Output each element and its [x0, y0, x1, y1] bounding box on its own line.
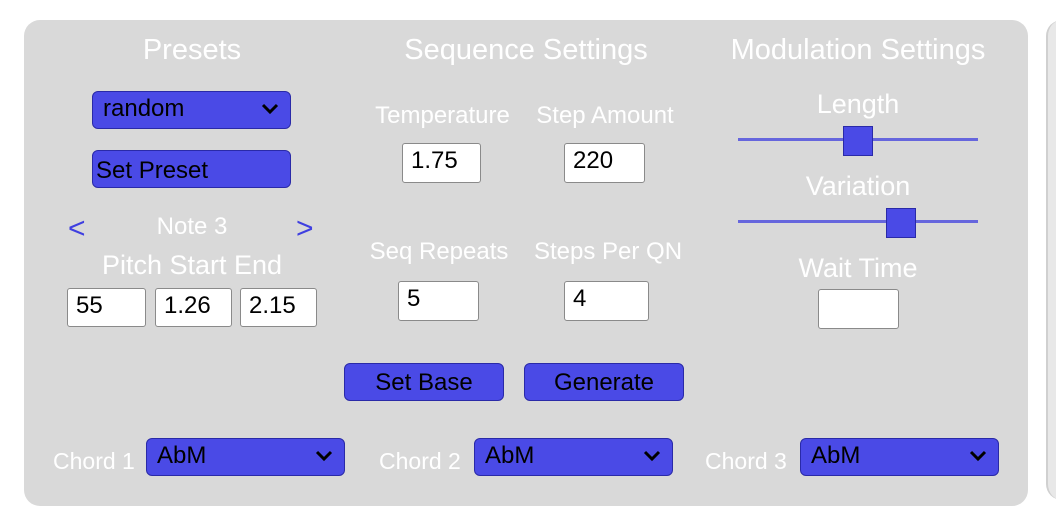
side-panel-edge	[1046, 20, 1056, 500]
wait-time-label: Wait Time	[798, 253, 918, 283]
chord-3-label: Chord 3	[705, 448, 787, 474]
variation-slider-thumb[interactable]	[886, 208, 917, 238]
preset-select-value: random	[103, 95, 185, 122]
seq-repeats-input[interactable]: 5	[398, 281, 479, 321]
note-label: Note 3	[156, 213, 228, 240]
chevron-down-icon	[969, 450, 987, 462]
chord-1-label: Chord 1	[53, 448, 135, 474]
chord-2-select[interactable]: AbM	[474, 438, 673, 476]
wait-time-input[interactable]	[818, 289, 899, 329]
variation-label: Variation	[805, 171, 911, 201]
set-base-button[interactable]: Set Base	[344, 363, 504, 401]
pitch-start-end-header: Pitch Start End	[101, 250, 283, 280]
steps-per-qn-input[interactable]: 4	[564, 281, 649, 321]
variation-slider-track[interactable]	[738, 220, 978, 223]
chevron-down-icon	[261, 103, 279, 115]
chord-1-select[interactable]: AbM	[146, 438, 345, 476]
chord-3-value: AbM	[811, 442, 861, 469]
pitch-input[interactable]: 55	[67, 288, 146, 327]
length-slider-thumb[interactable]	[843, 126, 873, 156]
preset-select[interactable]: random	[92, 91, 291, 129]
set-preset-button[interactable]: Set Preset	[92, 150, 291, 188]
seq-repeats-label: Seq Repeats	[369, 238, 509, 265]
prev-note-button[interactable]: <	[68, 214, 86, 244]
temperature-label: Temperature	[375, 102, 510, 129]
length-label: Length	[816, 89, 900, 119]
temperature-input[interactable]: 1.75	[402, 143, 481, 183]
start-input[interactable]: 1.26	[155, 288, 232, 327]
steps-per-qn-label: Steps Per QN	[533, 238, 683, 265]
chevron-down-icon	[643, 450, 661, 462]
chord-1-value: AbM	[157, 442, 207, 469]
end-input[interactable]: 2.15	[240, 288, 317, 327]
chord-3-select[interactable]: AbM	[800, 438, 999, 476]
step-amount-label: Step Amount	[536, 102, 674, 129]
generate-button[interactable]: Generate	[524, 363, 684, 401]
chevron-down-icon	[315, 450, 333, 462]
next-note-button[interactable]: >	[296, 214, 314, 244]
chord-2-label: Chord 2	[379, 448, 461, 474]
presets-heading: Presets	[142, 34, 242, 66]
sequence-settings-heading: Sequence Settings	[404, 34, 648, 66]
step-amount-input[interactable]: 220	[564, 143, 645, 183]
chord-2-value: AbM	[485, 442, 535, 469]
modulation-settings-heading: Modulation Settings	[730, 34, 986, 66]
